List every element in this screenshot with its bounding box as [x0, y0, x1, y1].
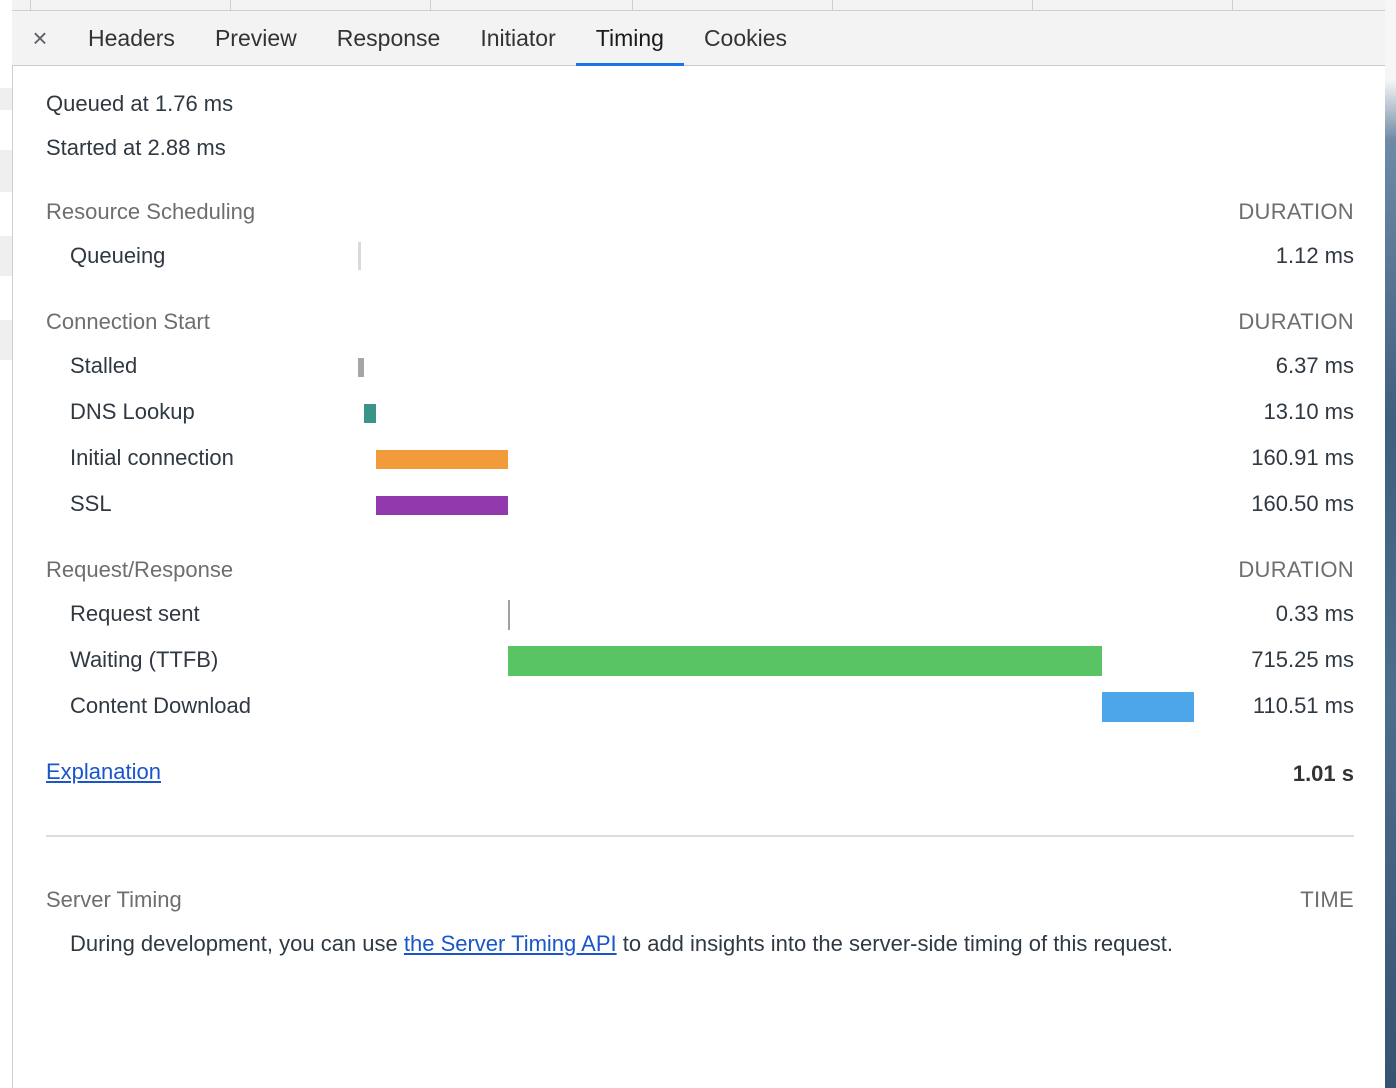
column-separator	[1232, 0, 1233, 10]
timing-row-label: Waiting (TTFB)	[70, 647, 219, 672]
timing-bar-queueing	[358, 242, 361, 270]
column-separator	[430, 0, 431, 10]
network-list-edge	[0, 0, 13, 1088]
timing-bar-content-download	[1102, 692, 1194, 722]
timing-row-value: 160.91 ms	[1251, 445, 1354, 470]
list-row-band	[0, 88, 12, 110]
list-row-band	[0, 320, 12, 360]
total-duration: 1.01 s	[1292, 761, 1354, 786]
time-column-label: TIME	[1300, 887, 1354, 912]
started-at-text: Started at 2.88 ms	[46, 135, 226, 160]
timing-row-label: Request sent	[70, 601, 200, 626]
timing-row-label: DNS Lookup	[70, 399, 195, 424]
timing-bar-dns-lookup	[364, 404, 376, 423]
tab-initiator[interactable]: Initiator	[460, 11, 575, 65]
timing-row-label: Initial connection	[70, 445, 234, 470]
desktop-background-edge	[1385, 0, 1396, 1088]
tab-preview[interactable]: Preview	[195, 11, 317, 65]
timing-row-value: 0.33 ms	[1275, 601, 1354, 626]
duration-column-label: DURATION	[1238, 557, 1354, 582]
duration-column-label: DURATION	[1238, 199, 1354, 224]
queued-at-text: Queued at 1.76 ms	[46, 91, 234, 116]
server-timing-text-after: to add insights into the server-side tim…	[616, 931, 1174, 956]
tab-cookies[interactable]: Cookies	[684, 11, 807, 65]
tab-response[interactable]: Response	[317, 11, 461, 65]
section-title-resource-scheduling: Resource Scheduling	[46, 199, 256, 224]
tab-timing[interactable]: Timing	[575, 11, 685, 66]
timing-row-label: SSL	[70, 491, 112, 516]
timing-bar-initial-connection	[376, 450, 508, 469]
section-title-server-timing: Server Timing	[46, 887, 182, 912]
close-icon[interactable]: ×	[12, 11, 68, 65]
list-row-band	[0, 150, 12, 192]
server-timing-api-link[interactable]: the Server Timing API	[404, 931, 617, 956]
timing-row-label: Content Download	[70, 693, 252, 718]
timing-bar-stalled	[358, 358, 364, 377]
explanation-link[interactable]: Explanation	[46, 759, 161, 785]
column-separator	[30, 0, 31, 10]
section-divider	[46, 835, 1354, 837]
timing-row-value: 715.25 ms	[1251, 647, 1354, 672]
column-separator	[230, 0, 231, 10]
table-header-strip	[12, 0, 1385, 11]
timing-bar-request-sent	[508, 600, 510, 630]
timing-bar-waiting-ttfb	[508, 646, 1102, 676]
server-timing-text-before: During development, you can use	[70, 931, 404, 956]
timing-row-value: 6.37 ms	[1275, 353, 1354, 378]
timing-row-value: 110.51 ms	[1252, 693, 1354, 718]
column-separator	[632, 0, 633, 10]
section-title-request-response: Request/Response	[46, 557, 234, 582]
list-row-band	[0, 236, 12, 276]
duration-column-label: DURATION	[1238, 309, 1354, 334]
tab-headers[interactable]: Headers	[68, 11, 195, 65]
timing-row-value: 13.10 ms	[1263, 399, 1355, 424]
timing-row-label: Queueing	[70, 243, 166, 268]
column-separator	[832, 0, 833, 10]
detail-tab-bar: × Headers Preview Response Initiator Tim…	[12, 11, 1385, 66]
timing-row-label: Stalled	[70, 353, 138, 378]
server-timing-description: During development, you can use the Serv…	[70, 931, 1173, 957]
column-separator	[1032, 0, 1033, 10]
timing-row-value: 160.50 ms	[1251, 491, 1354, 516]
timing-bar-ssl	[376, 496, 508, 515]
section-title-connection-start: Connection Start	[46, 309, 210, 334]
timing-row-value: 1.12 ms	[1275, 243, 1354, 268]
